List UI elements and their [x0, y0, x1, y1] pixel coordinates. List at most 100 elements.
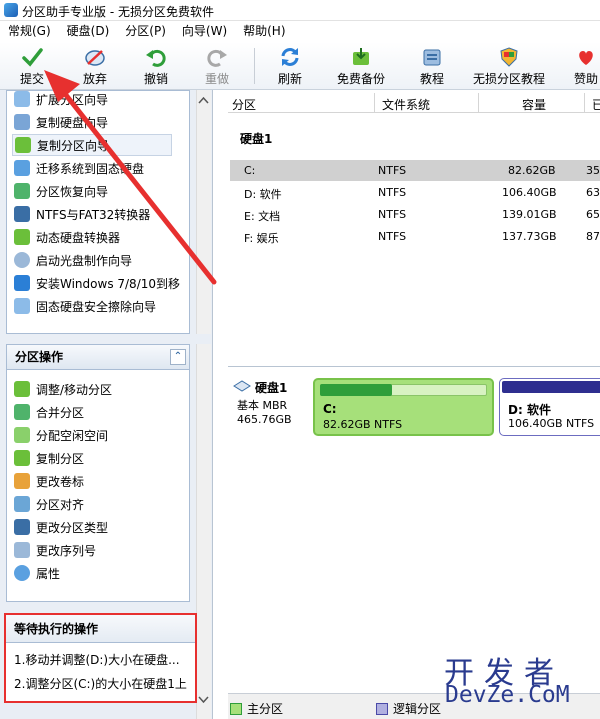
merge-icon: [14, 404, 30, 420]
windows-icon: [14, 275, 30, 291]
wizard-icon: [14, 91, 30, 107]
label-icon: [14, 473, 30, 489]
wizard-boot-disc[interactable]: 启动光盘制作向导: [14, 249, 132, 271]
partition-copy-icon: [15, 137, 31, 153]
disk-size: 465.76GB: [237, 413, 292, 426]
legend-logical: 逻辑分区: [376, 700, 441, 717]
tutorial-button[interactable]: 教程: [412, 44, 452, 88]
align-icon: [14, 496, 30, 512]
toolbar-separator: [254, 48, 255, 84]
column-filesystem[interactable]: 文件系统: [382, 96, 430, 113]
menu-help[interactable]: 帮助(H): [235, 21, 293, 42]
disk-map: 硬盘1 基本 MBR 465.76GB C: 82.62GB NTFS D: 软…: [228, 366, 600, 693]
lossless-tutorial-button[interactable]: 无损分区教程: [470, 44, 548, 88]
op-change-serial[interactable]: 更改序列号: [14, 539, 96, 561]
wizard-migrate-os[interactable]: 迁移系统到固态硬盘: [14, 157, 144, 179]
refresh-icon: [281, 48, 299, 66]
sponsor-button[interactable]: 赞助: [568, 44, 600, 88]
toolbar: 提交 放弃 撤销 重做 刷新 免费备份 教程 无损分区教程 赞助: [0, 42, 600, 90]
wizard-dynamic-disk[interactable]: 动态硬盘转换器: [14, 226, 120, 248]
usage-bar-fill: [502, 381, 600, 393]
op-align[interactable]: 分区对齐: [14, 493, 84, 515]
pending-item[interactable]: 1.移动并调整(D:)大小在硬盘...: [14, 651, 180, 668]
wizard-ssd-erase[interactable]: 固态硬盘安全擦除向导: [14, 295, 156, 317]
pending-header: 等待执行的操作: [6, 615, 195, 643]
column-divider: [478, 93, 479, 113]
menu-bar: 常规(G) 硬盘(D) 分区(P) 向导(W) 帮助(H): [0, 21, 600, 42]
op-resize-move[interactable]: 调整/移动分区: [14, 378, 112, 400]
primary-swatch: [230, 702, 242, 715]
table-header: 分区 文件系统 容量 已: [228, 93, 600, 113]
wizard-copy-partition[interactable]: 复制分区向导: [12, 134, 172, 156]
op-copy-partition[interactable]: 复制分区: [14, 447, 84, 469]
op-allocate-free[interactable]: 分配空闲空间: [14, 424, 108, 446]
menu-wizard[interactable]: 向导(W): [174, 21, 235, 42]
disk-copy-icon: [14, 114, 30, 130]
scroll-down-icon[interactable]: [198, 696, 209, 704]
wizard-extend-partition[interactable]: 扩展分区向导: [14, 88, 108, 110]
op-merge[interactable]: 合并分区: [14, 401, 84, 423]
checkmark-icon: [22, 48, 43, 67]
legend-primary: 主分区: [230, 700, 283, 717]
title-bar: 分区助手专业版 - 无损分区免费软件: [0, 0, 600, 21]
partition-block-c[interactable]: C: 82.62GB NTFS: [313, 378, 494, 436]
free-backup-button[interactable]: 免费备份: [332, 44, 390, 88]
allocate-icon: [14, 427, 30, 443]
redo-icon: [207, 49, 227, 67]
column-partition[interactable]: 分区: [232, 96, 256, 113]
disk-name: 硬盘1: [255, 381, 288, 395]
table-row[interactable]: D: 软件 NTFS 106.40GB 63.: [230, 182, 600, 203]
partition-block-d[interactable]: D: 软件 106.40GB NTFS: [499, 378, 600, 436]
discard-button[interactable]: 放弃: [73, 44, 117, 88]
wizard-partition-recovery[interactable]: 分区恢复向导: [14, 180, 108, 202]
op-change-label[interactable]: 更改卷标: [14, 470, 84, 492]
column-capacity[interactable]: 容量: [522, 96, 546, 113]
properties-icon: [14, 565, 30, 581]
scroll-up-icon[interactable]: [198, 96, 209, 104]
column-used[interactable]: 已: [592, 96, 600, 113]
redo-button[interactable]: 重做: [195, 44, 239, 88]
wizard-scrollbar[interactable]: [196, 90, 211, 334]
disk-type: 基本 MBR: [237, 399, 288, 412]
table-row[interactable]: C: NTFS 82.62GB 35.: [230, 160, 600, 181]
table-row[interactable]: F: 娱乐 NTFS 137.73GB 87.: [230, 226, 600, 247]
tutorial-icon: [423, 49, 441, 66]
undo-button[interactable]: 撤销: [134, 44, 178, 88]
table-row[interactable]: E: 文档 NTFS 139.01GB 65.: [230, 204, 600, 225]
disk-icon: [233, 380, 251, 392]
partition-ops-header[interactable]: 分区操作 ⌃: [6, 344, 190, 370]
op-properties[interactable]: 属性: [14, 562, 60, 584]
pending-operations-panel: 等待执行的操作 1.移动并调整(D:)大小在硬盘... 2.调整分区(C:)的大…: [4, 613, 197, 703]
commit-button[interactable]: 提交: [10, 44, 54, 88]
wizard-copy-disk[interactable]: 复制硬盘向导: [14, 111, 108, 133]
ssd-erase-icon: [14, 298, 30, 314]
left-scrollbar[interactable]: [196, 344, 211, 719]
logical-swatch: [376, 702, 388, 715]
boot-disc-icon: [14, 252, 30, 268]
serial-icon: [14, 542, 30, 558]
disk-card[interactable]: 硬盘1 基本 MBR 465.76GB: [233, 377, 313, 435]
undo-icon: [146, 49, 166, 67]
window-title: 分区助手专业版 - 无损分区免费软件: [22, 5, 214, 19]
dynamic-disk-icon: [14, 229, 30, 245]
partition-table: 分区 文件系统 容量 已 硬盘1 C: NTFS 82.62GB 35. D: …: [228, 90, 600, 362]
menu-disk[interactable]: 硬盘(D): [59, 21, 118, 42]
column-divider: [374, 93, 375, 113]
discard-icon: [85, 50, 105, 66]
migrate-icon: [14, 160, 30, 176]
backup-icon: [353, 48, 369, 65]
copy-icon: [14, 450, 30, 466]
pending-item[interactable]: 2.调整分区(C:)的大小在硬盘1上: [14, 675, 187, 692]
disk-group-label: 硬盘1: [240, 132, 273, 146]
usage-bar-fill: [320, 384, 392, 396]
menu-general[interactable]: 常规(G): [0, 21, 59, 42]
convert-icon: [14, 206, 30, 222]
wizard-ntfs-fat32[interactable]: NTFS与FAT32转换器: [14, 203, 150, 225]
collapse-icon[interactable]: ⌃: [170, 349, 186, 365]
recovery-icon: [14, 183, 30, 199]
refresh-button[interactable]: 刷新: [268, 44, 312, 88]
sponsor-icon: [579, 51, 593, 65]
op-change-type[interactable]: 更改分区类型: [14, 516, 108, 538]
wizard-install-windows[interactable]: 安装Windows 7/8/10到移: [14, 272, 180, 294]
menu-partition[interactable]: 分区(P): [117, 21, 174, 42]
